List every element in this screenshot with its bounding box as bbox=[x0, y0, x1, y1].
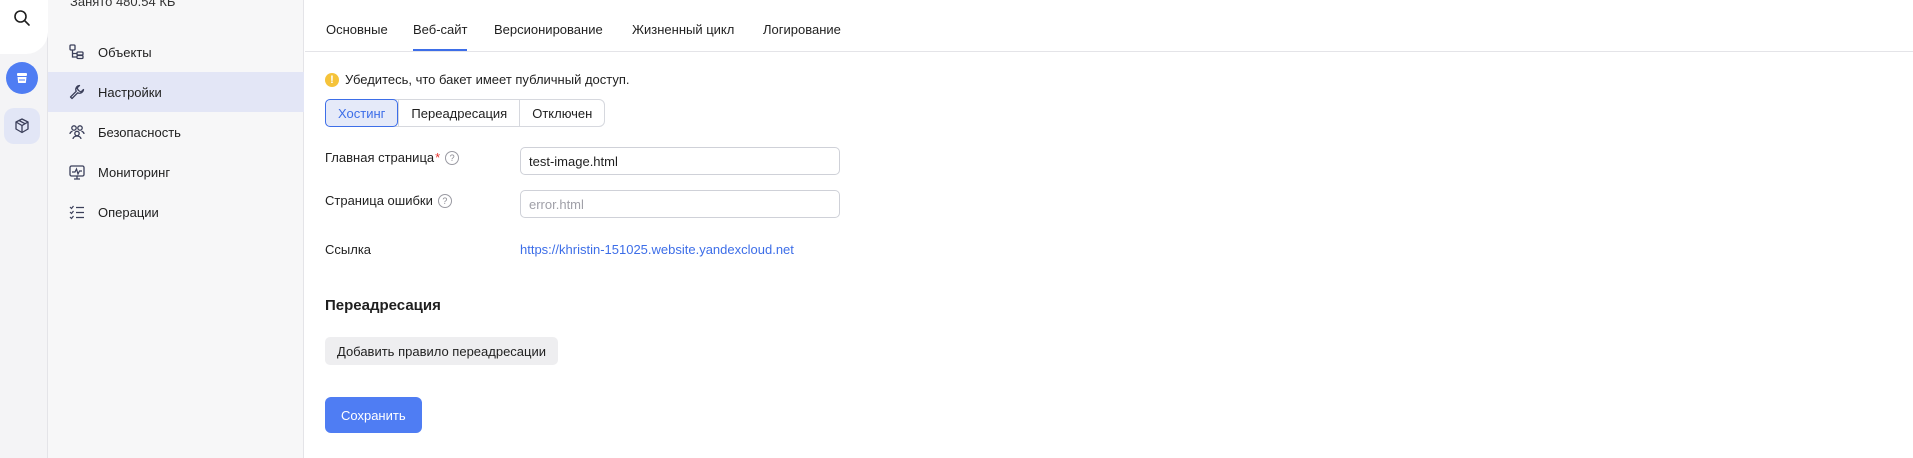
mode-option-redirect[interactable]: Переадресация bbox=[398, 100, 519, 126]
people-icon bbox=[69, 125, 85, 140]
sidebar-item-monitoring[interactable]: Мониторинг bbox=[48, 152, 304, 192]
hosting-mode-switch: Хостинг Переадресация Отключен bbox=[325, 99, 606, 127]
sidebar-item-operations[interactable]: Операции bbox=[48, 192, 304, 232]
help-icon[interactable]: ? bbox=[437, 193, 452, 208]
mode-option-disabled[interactable]: Отключен bbox=[519, 100, 604, 126]
storage-usage: Занято 480.54 КБ bbox=[70, 0, 176, 9]
index-page-input[interactable] bbox=[520, 147, 840, 175]
tab-logging[interactable]: Логирование bbox=[763, 22, 841, 37]
sidebar-item-objects[interactable]: Объекты bbox=[48, 32, 304, 72]
error-page-input[interactable] bbox=[520, 190, 840, 218]
search-button[interactable] bbox=[4, 0, 40, 36]
bucket-service-button[interactable] bbox=[4, 60, 40, 96]
tab-website[interactable]: Веб-сайт bbox=[413, 22, 468, 51]
monitor-icon bbox=[69, 165, 85, 180]
sidebar-item-settings[interactable]: Настройки bbox=[48, 72, 304, 112]
public-access-warning: ! Убедитесь, что бакет имеет публичный д… bbox=[325, 72, 630, 87]
sidebar-item-label: Мониторинг bbox=[98, 164, 171, 180]
sidebar-item-label: Операции bbox=[98, 204, 159, 220]
website-url-link[interactable]: https://khristin-151025.website.yandexcl… bbox=[520, 242, 794, 257]
redirect-section-title: Переадресация bbox=[325, 297, 441, 314]
tab-bar: Основные Веб-сайт Версионирование Жизнен… bbox=[305, 0, 1913, 52]
save-button[interactable]: Сохранить bbox=[325, 397, 422, 433]
add-redirect-rule-button[interactable]: Добавить правило переадресации bbox=[325, 337, 559, 365]
tab-versioning[interactable]: Версионирование bbox=[494, 22, 603, 37]
cube-service-button[interactable] bbox=[4, 108, 40, 144]
sidebar-item-label: Безопасность bbox=[98, 124, 181, 140]
wrench-icon bbox=[69, 84, 85, 100]
required-mark: * bbox=[435, 150, 441, 165]
tab-lifecycle[interactable]: Жизненный цикл bbox=[632, 22, 734, 37]
index-page-label-text: Главная страница bbox=[325, 150, 435, 165]
link-label: Ссылка bbox=[325, 242, 372, 257]
error-page-label: Страница ошибки ? bbox=[325, 193, 452, 208]
sidebar-item-label: Настройки bbox=[98, 84, 162, 100]
warning-icon: ! bbox=[325, 72, 339, 87]
sidebar-item-security[interactable]: Безопасность bbox=[48, 112, 304, 152]
app-rail bbox=[0, 0, 48, 458]
sidebar-item-label: Объекты bbox=[98, 44, 152, 60]
help-icon[interactable]: ? bbox=[445, 150, 460, 165]
list-icon bbox=[69, 205, 84, 220]
search-icon bbox=[14, 10, 30, 26]
cube-icon bbox=[15, 118, 29, 134]
objects-icon bbox=[69, 44, 84, 60]
index-page-label: Главная страница * ? bbox=[325, 150, 460, 165]
error-page-label-text: Страница ошибки bbox=[325, 193, 433, 208]
bucket-icon bbox=[6, 62, 38, 94]
tab-general[interactable]: Основные bbox=[326, 22, 388, 37]
warning-text: Убедитесь, что бакет имеет публичный дос… bbox=[345, 72, 630, 87]
mode-option-hosting[interactable]: Хостинг bbox=[325, 99, 399, 127]
sidebar: Занято 480.54 КБ Объекты Настройки Безоп… bbox=[48, 0, 304, 458]
website-settings-panel: ! Убедитесь, что бакет имеет публичный д… bbox=[305, 52, 1913, 458]
